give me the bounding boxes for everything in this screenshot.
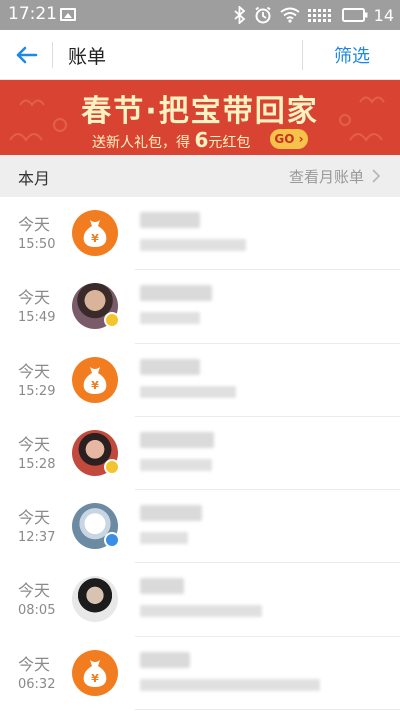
- transaction-row[interactable]: 今天 08:05: [0, 563, 400, 637]
- alarm-icon: [255, 6, 271, 24]
- redacted-name: [140, 431, 214, 448]
- svg-text:¥: ¥: [91, 672, 99, 685]
- redacted-detail: [140, 312, 200, 325]
- filter-button[interactable]: 筛选: [334, 42, 370, 68]
- transaction-time: 15:28: [18, 456, 56, 472]
- app-header: 账单 筛选: [0, 30, 400, 80]
- bluetooth-icon: [234, 6, 245, 24]
- back-arrow-icon: [16, 46, 38, 64]
- banner-subtitle: 送新人礼包，得 6元红包: [92, 128, 250, 152]
- banner-sub-prefix: 送新人礼包，得: [92, 135, 190, 151]
- status-bar: 17:21 14: [0, 0, 400, 30]
- row-divider: [135, 709, 400, 711]
- money-bag-icon: ¥: [72, 649, 118, 696]
- redacted-name: [140, 212, 200, 228]
- transaction-row[interactable]: 今天 12:37: [0, 490, 400, 564]
- image-icon: [60, 8, 76, 21]
- transaction-day: 今天: [18, 361, 51, 381]
- battery-icon: [341, 8, 368, 22]
- transaction-list: 今天 15:50 ¥ 今天 15:49 今天 15:29 ¥ 今天 15:28: [0, 197, 400, 711]
- star-badge-icon: [104, 458, 120, 475]
- transaction-day: 今天: [18, 654, 51, 674]
- transaction-day: 今天: [18, 288, 51, 308]
- user-avatar: [72, 576, 118, 623]
- star-badge-icon: [104, 312, 120, 329]
- svg-text:¥: ¥: [91, 232, 99, 245]
- transaction-row[interactable]: 今天 15:49: [0, 270, 400, 344]
- redacted-detail: [140, 678, 320, 691]
- back-button[interactable]: [10, 38, 44, 72]
- banner-go-label: GO: [274, 132, 295, 146]
- banner-sub-suffix: 元红包: [208, 135, 251, 151]
- transaction-time: 08:05: [18, 603, 56, 619]
- signal-icon: [307, 9, 331, 22]
- money-bag-icon: ¥: [72, 210, 118, 256]
- status-time: 17:21: [8, 4, 57, 24]
- transaction-row[interactable]: 今天 06:32 ¥: [0, 637, 400, 711]
- monthly-bill-link[interactable]: 查看月账单: [289, 166, 364, 187]
- money-bag-icon: ¥: [72, 356, 118, 403]
- header-divider: [302, 40, 303, 70]
- redacted-detail: [140, 532, 188, 545]
- header-divider: [52, 42, 53, 68]
- redacted-detail: [140, 239, 246, 251]
- redacted-name: [140, 578, 184, 595]
- banner-sub-amount: 6: [194, 128, 209, 152]
- redacted-detail: [140, 605, 262, 618]
- banner-title: 春节·把宝带回家: [81, 94, 319, 129]
- transaction-time: 15:29: [18, 383, 56, 399]
- svg-text:¥: ¥: [91, 379, 99, 392]
- transaction-time: 06:32: [18, 676, 56, 692]
- verified-badge-icon: [104, 532, 120, 549]
- transaction-time: 15:50: [18, 237, 56, 252]
- redacted-name: [140, 358, 200, 375]
- redacted-name: [140, 285, 212, 302]
- transaction-day: 今天: [18, 434, 51, 454]
- transaction-time: 15:49: [18, 310, 56, 326]
- month-section-header: 本月 查看月账单: [0, 155, 400, 197]
- transaction-row[interactable]: 今天 15:50 ¥: [0, 197, 400, 271]
- transaction-day: 今天: [18, 215, 51, 234]
- transaction-day: 今天: [18, 581, 51, 601]
- transaction-day: 今天: [18, 508, 51, 528]
- banner-go-button[interactable]: GO ›: [270, 129, 308, 149]
- redacted-detail: [140, 458, 212, 471]
- status-icons: 14: [234, 3, 394, 27]
- redacted-detail: [140, 385, 236, 398]
- transaction-row[interactable]: 今天 15:29 ¥: [0, 344, 400, 417]
- battery-level: 14: [373, 5, 394, 25]
- transaction-row[interactable]: 今天 15:28: [0, 417, 400, 491]
- redacted-name: [140, 651, 190, 668]
- wifi-icon: [280, 7, 300, 23]
- month-label: 本月: [18, 169, 51, 188]
- redacted-name: [140, 505, 202, 522]
- page-title: 账单: [68, 46, 107, 68]
- promo-banner[interactable]: 春节·把宝带回家 送新人礼包，得 6元红包 GO ›: [0, 80, 400, 155]
- transaction-time: 12:37: [18, 530, 56, 546]
- chevron-right-icon: [372, 169, 381, 183]
